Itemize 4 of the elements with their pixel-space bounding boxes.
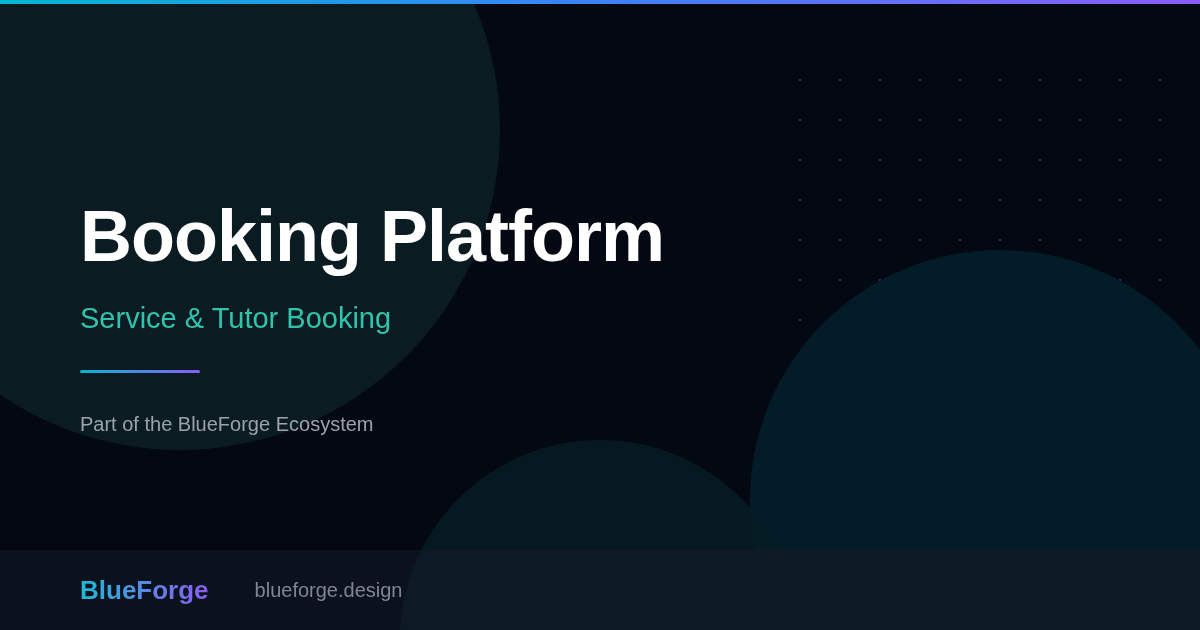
website-url: blueforge.design [254, 578, 403, 602]
subtitle: Service & Tutor Booking [80, 301, 392, 336]
tagline: Part of the BlueForge Ecosystem [80, 412, 374, 437]
page-title: Booking Platform [80, 195, 664, 278]
